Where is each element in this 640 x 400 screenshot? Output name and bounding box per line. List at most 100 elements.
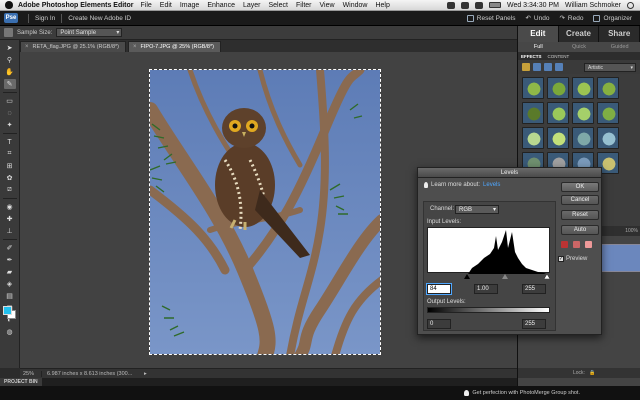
create-adobe-id-link[interactable]: Create New Adobe ID [68, 15, 131, 22]
wifi-icon[interactable] [460, 1, 469, 9]
effect-thumbnail[interactable] [547, 102, 569, 124]
menu-filter[interactable]: Filter [296, 2, 312, 9]
channel-dropdown[interactable]: RGB [455, 205, 499, 214]
menubar-clock[interactable]: Wed 3:34:30 PM [507, 2, 559, 9]
spotlight-search-icon[interactable] [627, 1, 634, 9]
tab-edit[interactable]: Edit [518, 26, 559, 42]
type-tool-icon[interactable]: T [4, 137, 16, 147]
foreground-color-swatch[interactable] [3, 306, 12, 315]
photo-effects-icon[interactable] [544, 63, 552, 71]
input-levels-slider[interactable] [427, 274, 550, 279]
healing-brush-tool-icon[interactable]: ✚ [4, 214, 16, 224]
effect-thumbnail[interactable] [547, 127, 569, 149]
layer-thumbnail[interactable] [597, 244, 640, 272]
menu-edit[interactable]: Edit [160, 2, 172, 9]
dialog-title[interactable]: Levels [418, 168, 601, 178]
volume-icon[interactable] [474, 1, 483, 9]
tab-effects[interactable]: EFFECTS [521, 54, 542, 59]
status-menu-arrow-icon[interactable]: ▸ [144, 371, 147, 377]
app-menu[interactable]: Adobe Photoshop Elements Editor [18, 2, 134, 9]
organizer-button[interactable]: Organizer [593, 14, 632, 22]
recompose-tool-icon[interactable]: ⊞ [4, 161, 16, 171]
menu-select[interactable]: Select [268, 2, 287, 9]
move-tool-icon[interactable]: ➤ [4, 43, 16, 53]
menu-layer[interactable]: Layer [243, 2, 261, 9]
tip-text[interactable]: Get perfection with PhotoMerge Group sho… [472, 390, 580, 396]
menubar-user[interactable]: William Schmoker [565, 2, 621, 9]
paint-bucket-tool-icon[interactable]: ◈ [4, 279, 16, 289]
gradient-tool-icon[interactable]: ▤ [4, 291, 16, 301]
black-eyedropper-icon[interactable] [561, 241, 568, 248]
undo-button[interactable]: ↶ Undo [525, 14, 549, 23]
effect-thumbnail[interactable] [572, 77, 594, 99]
clone-stamp-tool-icon[interactable]: ⊥ [4, 226, 16, 236]
lock-icon[interactable]: 🔒 [589, 370, 595, 376]
gamma-slider[interactable] [502, 274, 508, 279]
reset-button[interactable]: Reset [561, 210, 599, 220]
tab-share[interactable]: Share [599, 26, 640, 42]
redo-button[interactable]: ↷ Redo [559, 14, 583, 23]
tab-guided[interactable]: Guided [599, 42, 640, 52]
menu-enhance[interactable]: Enhance [207, 2, 235, 9]
crop-tool-icon[interactable]: ⌗ [4, 149, 16, 159]
red-eye-tool-icon[interactable]: ◉ [4, 202, 16, 212]
white-point-slider[interactable] [543, 274, 550, 279]
menu-window[interactable]: Window [343, 2, 368, 9]
ok-button[interactable]: OK [561, 182, 599, 192]
brush-tool-icon[interactable]: ✒ [4, 255, 16, 265]
input-white-field[interactable]: 255 [522, 284, 546, 294]
preview-checkbox-row[interactable]: ✓ Preview [558, 256, 587, 262]
menu-file[interactable]: File [141, 2, 152, 9]
sample-size-dropdown[interactable]: Point Sample [56, 28, 123, 37]
lasso-tool-icon[interactable]: ◌ [4, 108, 16, 118]
effect-thumbnail[interactable] [522, 127, 544, 149]
sign-in-link[interactable]: Sign In [35, 15, 55, 22]
menu-help[interactable]: Help [375, 2, 389, 9]
output-white-field[interactable]: 255 [522, 319, 546, 329]
eyedropper-tool-icon[interactable]: ✎ [3, 79, 16, 89]
apple-icon[interactable] [5, 1, 13, 9]
eraser-tool-icon[interactable]: ▰ [4, 267, 16, 277]
close-tab-icon[interactable]: × [133, 44, 137, 50]
tab-create[interactable]: Create [558, 26, 600, 42]
photo-owl-on-branch[interactable] [149, 69, 381, 355]
opacity-value[interactable]: 100% [625, 228, 638, 234]
project-bin-tab[interactable]: PROJECT BIN [0, 378, 42, 386]
input-gamma-field[interactable]: 1.00 [474, 284, 498, 294]
menu-image[interactable]: Image [180, 2, 199, 9]
filters-icon[interactable] [522, 63, 530, 71]
output-black-field[interactable]: 0 [427, 319, 451, 329]
zoom-level-field[interactable]: 25% [20, 370, 42, 377]
filter-category-dropdown[interactable]: Artistic [584, 62, 636, 72]
quick-selection-tool-icon[interactable]: ✦ [4, 120, 16, 130]
dropbox-icon[interactable] [446, 1, 455, 9]
hand-tool-icon[interactable]: ✋ [4, 67, 16, 77]
tab-reta-flag[interactable]: × RETA_flag.JPG @ 25.1% (RGB/8*) [20, 41, 126, 52]
effect-thumbnail[interactable] [522, 77, 544, 99]
zoom-tool-icon[interactable]: ⚲ [4, 55, 16, 65]
straighten-tool-icon[interactable]: ⧄ [4, 185, 16, 195]
eyedropper-tool-icon[interactable] [4, 28, 13, 37]
levels-help-link[interactable]: Levels [483, 182, 500, 188]
menu-view[interactable]: View [320, 2, 335, 9]
effect-thumbnail[interactable] [572, 102, 594, 124]
reset-panels-button[interactable]: Reset Panels [466, 14, 515, 22]
effect-thumbnail[interactable] [597, 77, 619, 99]
effect-thumbnail[interactable] [572, 127, 594, 149]
tab-fipo-7[interactable]: × FIPO-7.JPG @ 25% (RGB/8*) [128, 41, 221, 52]
battery-icon[interactable] [488, 2, 501, 8]
black-point-slider[interactable] [464, 274, 470, 279]
auto-button[interactable]: Auto [561, 225, 599, 235]
marquee-tool-icon[interactable]: ▭ [4, 96, 16, 106]
preview-checkbox[interactable]: ✓ [558, 256, 564, 262]
sponge-tool-icon[interactable]: ◍ [4, 327, 16, 337]
pencil-tool-icon[interactable]: ✐ [4, 243, 16, 253]
tab-content[interactable]: CONTENT [548, 54, 570, 59]
effect-thumbnail[interactable] [547, 77, 569, 99]
gray-eyedropper-icon[interactable] [573, 241, 580, 248]
effect-thumbnail[interactable] [597, 127, 619, 149]
input-black-field[interactable]: 84 [426, 283, 452, 295]
close-tab-icon[interactable]: × [25, 44, 29, 50]
output-levels-gradient[interactable] [427, 307, 550, 313]
tab-full[interactable]: Full [518, 42, 559, 52]
